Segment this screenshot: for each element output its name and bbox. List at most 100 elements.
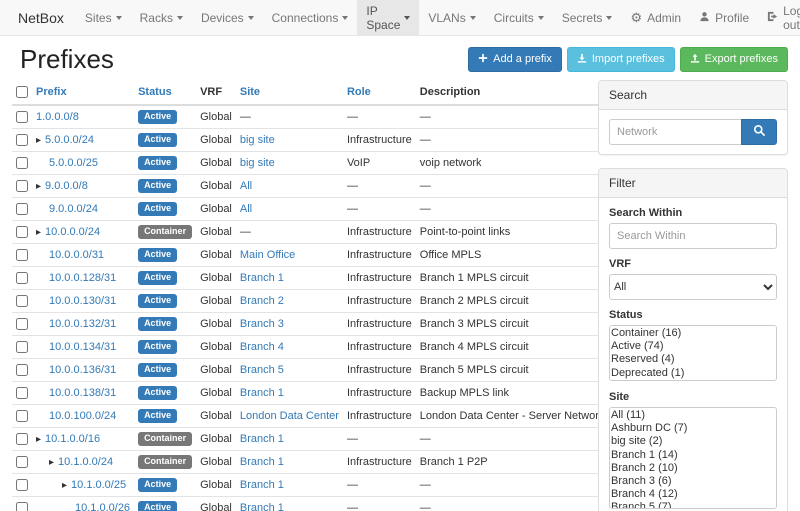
prefix-link[interactable]: 10.1.0.0/26 <box>75 502 130 511</box>
row-checkbox[interactable] <box>16 249 28 261</box>
site-link[interactable]: Branch 1 <box>240 456 284 468</box>
nav-item-circuits[interactable]: Circuits <box>485 0 553 35</box>
search-within-input[interactable] <box>609 223 777 249</box>
prefix-link[interactable]: 10.0.0.134/31 <box>49 341 116 353</box>
site-link[interactable]: Branch 1 <box>240 387 284 399</box>
site-link[interactable]: Branch 1 <box>240 479 284 491</box>
site-link[interactable]: big site <box>240 157 275 169</box>
row-checkbox[interactable] <box>16 295 28 307</box>
prefix-link[interactable]: 9.0.0.0/8 <box>45 180 88 192</box>
site-link[interactable]: Branch 5 <box>240 364 284 376</box>
status-badge[interactable]: Active <box>138 248 177 262</box>
site-link[interactable]: All <box>240 180 252 192</box>
nav-item-racks[interactable]: Racks <box>131 0 192 35</box>
nav-item-logout[interactable]: Log out <box>758 0 800 35</box>
status-badge[interactable]: Active <box>138 202 177 216</box>
prefix-link[interactable]: 10.0.0.136/31 <box>49 364 116 376</box>
search-input[interactable] <box>609 119 741 145</box>
prefix-link[interactable]: 5.0.0.0/25 <box>49 157 98 169</box>
chevron-down-icon <box>116 16 122 20</box>
status-badge[interactable]: Active <box>138 133 177 147</box>
vrf-select[interactable]: All <box>609 274 777 300</box>
nav-item-devices[interactable]: Devices <box>192 0 263 35</box>
row-checkbox[interactable] <box>16 341 28 353</box>
site-cell: big site <box>236 129 343 152</box>
nav-item-profile[interactable]: Profile <box>690 0 758 35</box>
prefix-link[interactable]: 10.1.0.0/24 <box>58 456 113 468</box>
status-filter-select[interactable]: Container (16)Active (74)Reserved (4)Dep… <box>609 325 777 381</box>
search-button[interactable] <box>741 119 777 145</box>
prefix-link[interactable]: 10.0.0.128/31 <box>49 272 116 284</box>
row-checkbox[interactable] <box>16 387 28 399</box>
site-link[interactable]: Branch 4 <box>240 341 284 353</box>
row-checkbox[interactable] <box>16 318 28 330</box>
row-checkbox[interactable] <box>16 479 28 491</box>
prefix-link[interactable]: 5.0.0.0/24 <box>45 134 94 146</box>
status-badge[interactable]: Container <box>138 455 192 469</box>
row-checkbox[interactable] <box>16 134 28 146</box>
status-badge[interactable]: Active <box>138 478 177 492</box>
row-checkbox[interactable] <box>16 226 28 238</box>
prefix-link[interactable]: 9.0.0.0/24 <box>49 203 98 215</box>
status-badge[interactable]: Container <box>138 225 192 239</box>
nav-item-admin[interactable]: ⚙ Admin <box>621 0 690 35</box>
column-header-role[interactable]: Role <box>343 80 416 105</box>
brand-logo[interactable]: NetBox <box>6 0 76 35</box>
status-badge[interactable]: Active <box>138 294 177 308</box>
column-header-site[interactable]: Site <box>236 80 343 105</box>
prefix-link[interactable]: 10.0.0.132/31 <box>49 318 116 330</box>
prefix-link[interactable]: 10.1.0.0/16 <box>45 433 100 445</box>
site-link[interactable]: Branch 1 <box>240 272 284 284</box>
row-checkbox[interactable] <box>16 272 28 284</box>
add-prefix-button[interactable]: Add a prefix <box>468 47 562 72</box>
role-cell: Infrastructure <box>343 405 416 428</box>
site-link[interactable]: big site <box>240 134 275 146</box>
status-badge[interactable]: Active <box>138 363 177 377</box>
site-link[interactable]: Main Office <box>240 249 295 261</box>
prefix-link[interactable]: 10.0.100.0/24 <box>49 410 116 422</box>
nav-item-connections[interactable]: Connections <box>263 0 358 35</box>
site-link[interactable]: Branch 1 <box>240 433 284 445</box>
prefix-link[interactable]: 10.0.0.138/31 <box>49 387 116 399</box>
row-checkbox[interactable] <box>16 111 28 123</box>
nav-item-ip-space[interactable]: IP Space <box>357 0 419 35</box>
nav-item-sites[interactable]: Sites <box>76 0 131 35</box>
table-header-row: PrefixStatusVRFSiteRoleDescription <box>12 80 608 105</box>
row-checkbox[interactable] <box>16 433 28 445</box>
prefix-link[interactable]: 10.0.0.0/31 <box>49 249 104 261</box>
site-filter-select[interactable]: All (11)Ashburn DC (7)big site (2)Branch… <box>609 407 777 509</box>
select-all-checkbox[interactable] <box>16 86 28 98</box>
column-header-status[interactable]: Status <box>134 80 196 105</box>
row-checkbox[interactable] <box>16 364 28 376</box>
row-checkbox[interactable] <box>16 180 28 192</box>
status-badge[interactable]: Active <box>138 501 177 511</box>
status-badge[interactable]: Active <box>138 386 177 400</box>
import-prefixes-button[interactable]: Import prefixes <box>567 47 675 72</box>
site-link[interactable]: Branch 2 <box>240 295 284 307</box>
prefix-link[interactable]: 10.0.0.130/31 <box>49 295 116 307</box>
status-badge[interactable]: Active <box>138 179 177 193</box>
row-checkbox[interactable] <box>16 157 28 169</box>
prefix-link[interactable]: 10.0.0.0/24 <box>45 226 100 238</box>
status-badge[interactable]: Active <box>138 271 177 285</box>
status-badge[interactable]: Active <box>138 110 177 124</box>
status-badge[interactable]: Active <box>138 340 177 354</box>
column-header-prefix[interactable]: Prefix <box>32 80 134 105</box>
nav-item-vlans[interactable]: VLANs <box>419 0 484 35</box>
prefix-link[interactable]: 10.1.0.0/25 <box>71 479 126 491</box>
prefix-link[interactable]: 1.0.0.0/8 <box>36 111 79 123</box>
row-checkbox[interactable] <box>16 410 28 422</box>
site-link[interactable]: Branch 3 <box>240 318 284 330</box>
site-link[interactable]: London Data Center <box>240 410 339 422</box>
row-checkbox[interactable] <box>16 502 28 511</box>
status-badge[interactable]: Container <box>138 432 192 446</box>
row-checkbox[interactable] <box>16 456 28 468</box>
status-badge[interactable]: Active <box>138 317 177 331</box>
row-checkbox[interactable] <box>16 203 28 215</box>
site-link[interactable]: All <box>240 203 252 215</box>
nav-item-secrets[interactable]: Secrets <box>553 0 622 35</box>
status-badge[interactable]: Active <box>138 156 177 170</box>
export-prefixes-button[interactable]: Export prefixes <box>680 47 788 72</box>
site-link[interactable]: Branch 1 <box>240 502 284 511</box>
status-badge[interactable]: Active <box>138 409 177 423</box>
